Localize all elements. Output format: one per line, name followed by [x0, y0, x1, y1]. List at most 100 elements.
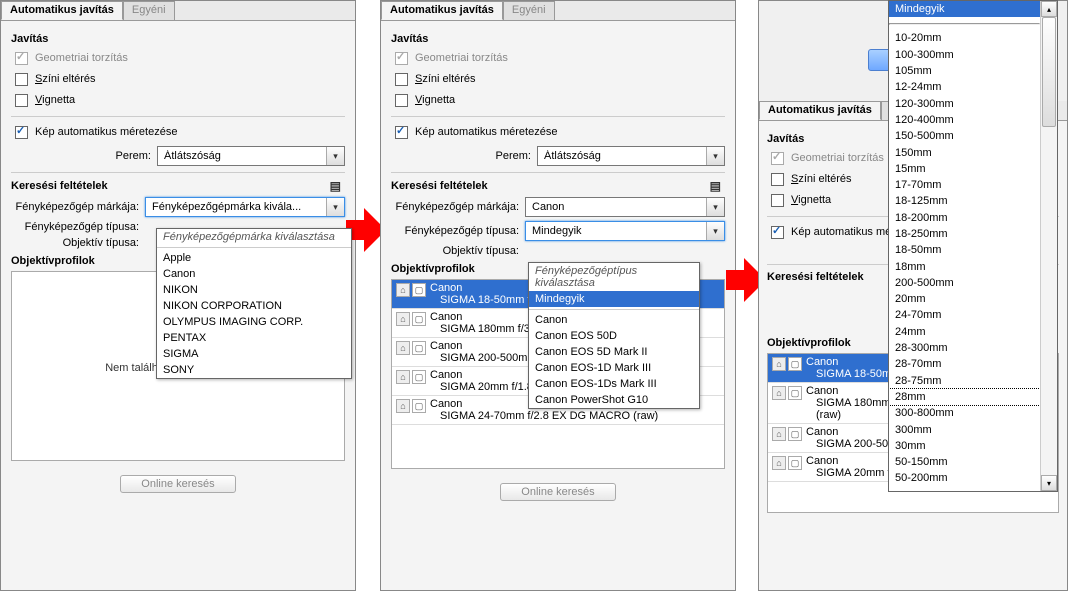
select-camera-make[interactable]: Fényképezőgépmárka kivála... ▾: [145, 197, 345, 217]
chk-chromatic[interactable]: [771, 173, 784, 186]
chk-vignette[interactable]: [15, 94, 28, 107]
dropdown-option[interactable]: 18mm: [889, 258, 1040, 274]
dropdown-option[interactable]: Mindegyik: [889, 1, 1040, 17]
dropdown-option[interactable]: 18-250mm: [889, 226, 1040, 242]
dropdown-option[interactable]: Canon EOS 50D: [529, 328, 699, 344]
image-icon: ▢: [412, 312, 426, 326]
chk-vignette[interactable]: [395, 94, 408, 107]
chk-vignette[interactable]: [771, 194, 784, 207]
chk-chromatic[interactable]: [15, 73, 28, 86]
lbl-camera-make: Fényképezőgép márkája:: [391, 201, 519, 213]
select-border[interactable]: Átlátszóság ▾: [537, 146, 725, 166]
hamburger-icon[interactable]: ▤: [706, 179, 725, 193]
dropdown-option[interactable]: 18-125mm: [889, 193, 1040, 209]
dropdown-option[interactable]: SONY: [157, 362, 351, 378]
dropdown-option[interactable]: 28-75mm: [889, 373, 1040, 389]
dropdown-option[interactable]: Canon EOS-1D Mark III: [529, 360, 699, 376]
select-camera-make[interactable]: Canon ▾: [525, 197, 725, 217]
dropdown-option[interactable]: 20mm: [889, 291, 1040, 307]
scrollbar[interactable]: ▴ ▾: [1040, 1, 1057, 491]
dropdown-option[interactable]: Canon EOS 5D Mark II: [529, 344, 699, 360]
dropdown-option[interactable]: 24mm: [889, 324, 1040, 340]
image-icon: ▢: [412, 370, 426, 384]
dropdown-option[interactable]: 150mm: [889, 144, 1040, 160]
dropdown-option[interactable]: 300-800mm: [889, 405, 1040, 421]
dropdown-option[interactable]: 105mm: [889, 63, 1040, 79]
select-camera-type[interactable]: Mindegyik ▾: [525, 221, 725, 241]
home-icon: ⌂: [396, 370, 410, 384]
dropdown-camera-make[interactable]: Fényképezőgépmárka kiválasztása AppleCan…: [156, 228, 352, 379]
dropdown-option[interactable]: 17-70mm: [889, 177, 1040, 193]
chk-autoresize[interactable]: [15, 126, 28, 139]
dropdown-option[interactable]: Apple: [157, 250, 351, 266]
lbl-chromatic: Színi eltérés: [791, 173, 852, 186]
section-search: Keresési feltételek ▤: [11, 179, 345, 193]
chk-geometric[interactable]: [771, 152, 784, 165]
lbl-chromatic: Színi eltérés: [415, 73, 476, 86]
btn-online-search[interactable]: Online keresés: [120, 475, 235, 493]
dropdown-option[interactable]: Canon PowerShot G10: [529, 392, 699, 408]
dropdown-option[interactable]: Canon EOS-1Ds Mark III: [529, 376, 699, 392]
home-icon: ⌂: [772, 357, 786, 371]
dropdown-option[interactable]: 12-24mm: [889, 79, 1040, 95]
tab-custom[interactable]: Egyéni: [503, 1, 555, 20]
scroll-down-icon[interactable]: ▾: [1041, 475, 1057, 491]
scroll-up-icon[interactable]: ▴: [1041, 1, 1057, 17]
hamburger-icon[interactable]: ▤: [326, 179, 345, 193]
dropdown-option[interactable]: 28-70mm: [889, 356, 1040, 372]
dropdown-option[interactable]: 24-70mm: [889, 307, 1040, 323]
dropdown-option[interactable]: Canon: [157, 266, 351, 282]
dropdown-option[interactable]: SIGMA: [157, 346, 351, 362]
dropdown-option[interactable]: 300mm: [889, 421, 1040, 437]
btn-online-search[interactable]: Online keresés: [500, 483, 615, 501]
tab-auto[interactable]: Automatikus javítás: [381, 1, 503, 20]
dropdown-option[interactable]: 30mm: [889, 438, 1040, 454]
lbl-camera-make: Fényképezőgép márkája:: [11, 201, 139, 213]
tab-auto[interactable]: Automatikus javítás: [1, 1, 123, 20]
chk-geometric[interactable]: [395, 52, 408, 65]
dropdown-option[interactable]: 28mm: [889, 389, 1040, 405]
dropdown-lens-type[interactable]: Mindegyik10-20mm100-300mm105mm12-24mm120…: [888, 0, 1058, 492]
select-border[interactable]: Átlátszóság ▾: [157, 146, 345, 166]
dropdown-option[interactable]: Mindegyik: [529, 291, 699, 307]
home-icon: ⌂: [396, 283, 410, 297]
dropdown-option[interactable]: PENTAX: [157, 330, 351, 346]
image-icon: ▢: [412, 341, 426, 355]
scroll-track[interactable]: [1041, 17, 1057, 475]
scroll-thumb[interactable]: [1042, 17, 1056, 127]
dropdown-option[interactable]: 18-50mm: [889, 242, 1040, 258]
dropdown-option[interactable]: 28-300mm: [889, 340, 1040, 356]
dropdown-option[interactable]: 150-500mm: [889, 128, 1040, 144]
lbl-border: Perem:: [11, 150, 151, 162]
dropdown-option[interactable]: 100-300mm: [889, 47, 1040, 63]
dropdown-option[interactable]: 10-20mm: [889, 30, 1040, 46]
lbl-vignette: Vignetta: [35, 94, 75, 107]
chk-chromatic[interactable]: [395, 73, 408, 86]
lbl-vignette: Vignetta: [415, 94, 455, 107]
dropdown-option[interactable]: 18-200mm: [889, 210, 1040, 226]
chk-autoresize[interactable]: [771, 226, 784, 239]
dropdown-option[interactable]: 120-400mm: [889, 112, 1040, 128]
tab-custom[interactable]: Egyéni: [123, 1, 175, 20]
dropdown-option[interactable]: 15mm: [889, 161, 1040, 177]
dropdown-option[interactable]: 50-150mm: [889, 454, 1040, 470]
dropdown-option[interactable]: NIKON CORPORATION: [157, 298, 351, 314]
section-search: Keresési feltételek ▤: [391, 179, 725, 193]
section-correction: Javítás: [11, 33, 345, 45]
dropdown-camera-type[interactable]: Fényképezőgéptípus kiválasztása Mindegyi…: [528, 262, 700, 409]
dropdown-option[interactable]: 50-200mm: [889, 470, 1040, 486]
dropdown-option[interactable]: Canon: [529, 312, 699, 328]
home-icon: ⌂: [772, 427, 786, 441]
lbl-border: Perem:: [391, 150, 531, 162]
dropdown-option[interactable]: 200-500mm: [889, 275, 1040, 291]
chk-geometric[interactable]: [15, 52, 28, 65]
tab-auto[interactable]: Automatikus javítás: [759, 101, 881, 120]
dropdown-option[interactable]: 120-300mm: [889, 95, 1040, 111]
image-icon: ▢: [788, 357, 802, 371]
dropdown-option[interactable]: NIKON: [157, 282, 351, 298]
lbl-lens-type: Objektív típusa:: [391, 245, 519, 257]
dropdown-option[interactable]: OLYMPUS IMAGING CORP.: [157, 314, 351, 330]
lbl-geometric: Geometriai torzítás: [791, 152, 884, 165]
chevron-down-icon: ▾: [326, 147, 344, 165]
chk-autoresize[interactable]: [395, 126, 408, 139]
